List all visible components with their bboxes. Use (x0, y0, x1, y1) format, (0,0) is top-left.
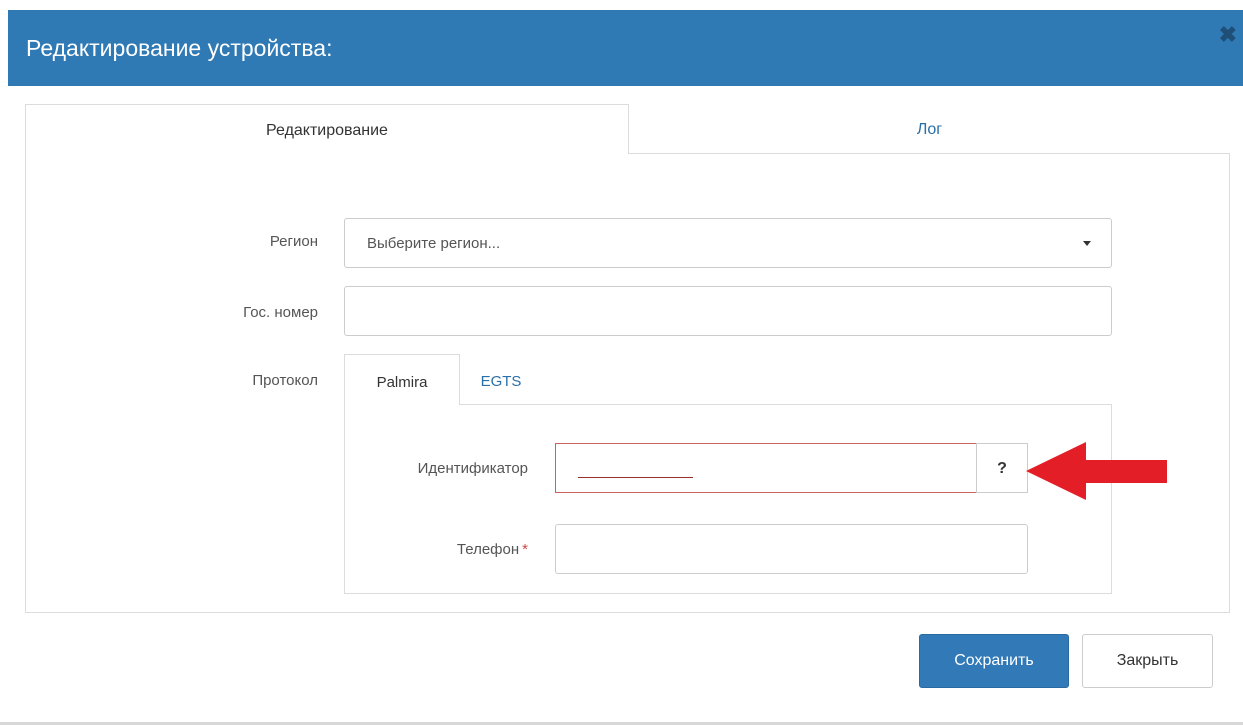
plate-label: Гос. номер (243, 304, 318, 321)
phone-label-text: Телефон (456, 541, 520, 558)
required-mark: * (522, 541, 528, 558)
close-button[interactable]: Закрыть (1082, 634, 1213, 688)
identifier-underline (578, 477, 693, 478)
tab-log[interactable]: Лог (629, 104, 1230, 153)
identifier-input[interactable] (555, 443, 977, 493)
dialog-title: Редактирование устройства: (26, 35, 333, 61)
edit-device-dialog: Редактирование устройства: ✖ Редактирова… (0, 0, 1243, 725)
red-arrow-icon (1026, 442, 1167, 500)
tab-egts[interactable]: EGTS (466, 354, 536, 404)
dialog-header: Редактирование устройства: ✖ (8, 10, 1243, 86)
identifier-help-button[interactable]: ? (976, 443, 1028, 493)
tab-egts-label: EGTS (480, 373, 522, 390)
protocol-label: Протокол (252, 372, 318, 389)
tab-palmira[interactable]: Palmira (344, 354, 460, 405)
region-select-placeholder: Выберите регион... (367, 235, 501, 252)
tab-edit[interactable]: Редактирование (25, 104, 629, 154)
tab-palmira-label: Palmira (376, 374, 428, 391)
close-icon[interactable]: ✖ (1219, 24, 1237, 46)
save-button[interactable]: Сохранить (919, 634, 1069, 688)
identifier-label: Идентификатор (417, 460, 528, 477)
caret-down-icon (1083, 241, 1091, 246)
phone-input[interactable] (555, 524, 1028, 574)
phone-label: Телефон * (380, 541, 528, 558)
region-label: Регион (269, 233, 318, 250)
region-select[interactable]: Выберите регион... (344, 218, 1112, 268)
tab-edit-label: Редактирование (266, 122, 388, 139)
plate-input[interactable] (344, 286, 1112, 336)
tab-log-label: Лог (916, 121, 943, 138)
